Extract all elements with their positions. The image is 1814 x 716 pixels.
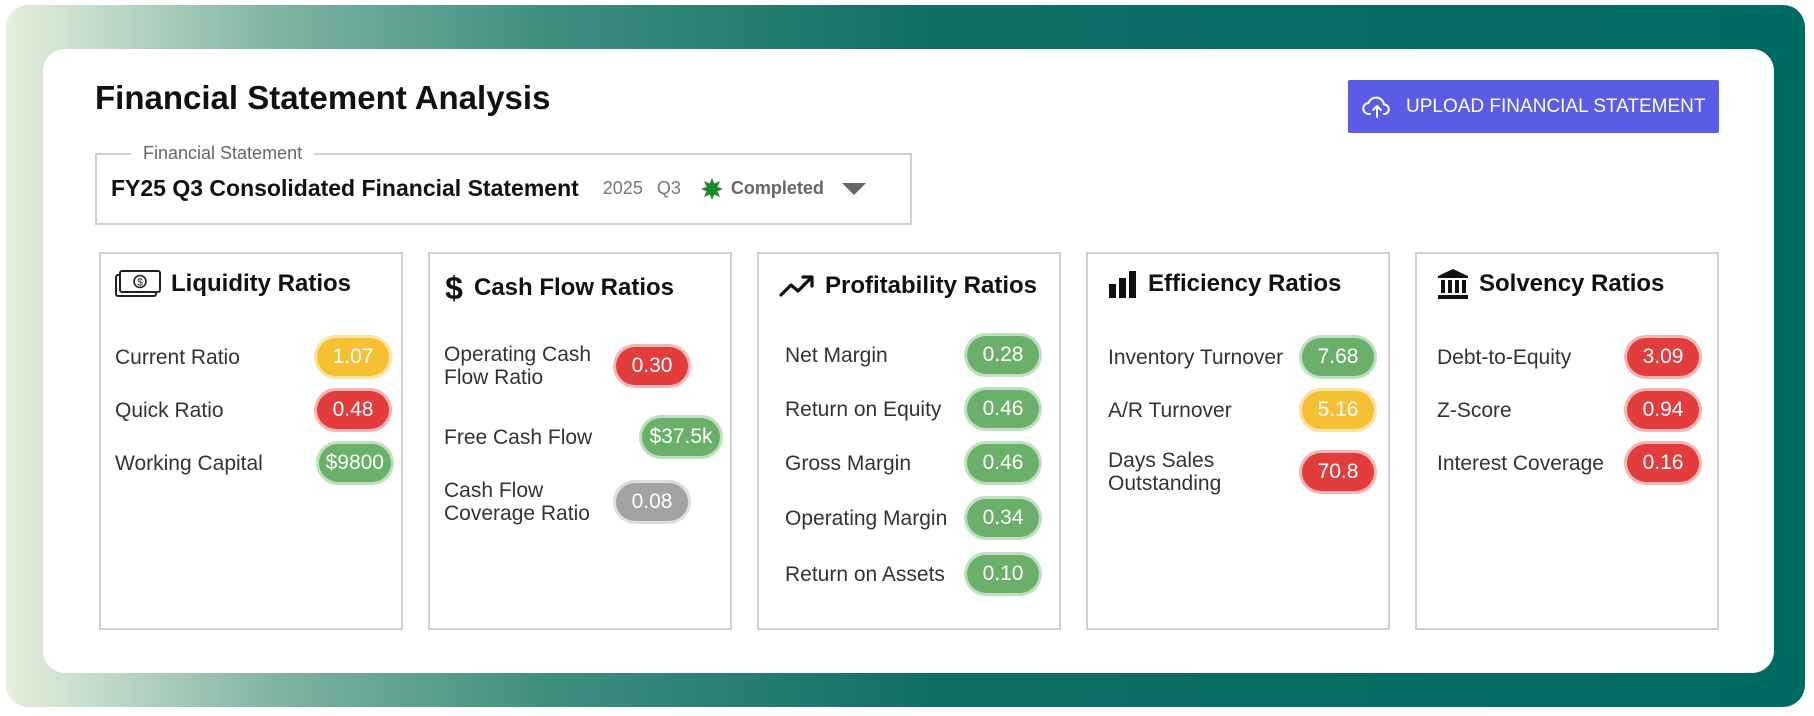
metric-row: Return on Assets 0.10 [785, 555, 1039, 593]
metric-value-badge: 0.34 [967, 499, 1039, 537]
statement-year: 2025 [602, 178, 643, 198]
bank-icon [1438, 269, 1468, 299]
metric-row: Inventory Turnover 7.68 [1108, 338, 1374, 376]
solvency-ratios-panel: Solvency Ratios Debt-to-Equity 3.09 Z-Sc… [1415, 252, 1719, 630]
metric-label: Inventory Turnover [1108, 345, 1284, 369]
cash-flow-ratios-panel: $ Cash Flow Ratios Operating Cash Flow R… [428, 252, 732, 630]
panel-title: Profitability Ratios [825, 272, 1038, 299]
metric-row: Cash Flow Coverage Ratio 0.08 [444, 479, 688, 525]
metric-row: Operating Cash Flow Ratio 0.30 [444, 343, 688, 389]
panel-title: Cash Flow Ratios [474, 274, 675, 301]
metric-value-badge: 0.48 [317, 391, 389, 429]
metric-value-badge: $9800 [318, 444, 391, 482]
metric-value-badge: 0.46 [967, 390, 1039, 428]
metric-value-badge: 0.94 [1627, 391, 1699, 429]
dollar-sign-icon: $ [445, 272, 463, 304]
metric-value-badge: 7.68 [1302, 338, 1374, 376]
metric-value-badge: 0.10 [967, 555, 1039, 593]
metric-row: Working Capital $9800 [115, 444, 391, 482]
page-title: Financial Statement Analysis [95, 79, 551, 116]
svg-text:$: $ [137, 278, 143, 289]
svg-text:$: $ [445, 272, 463, 304]
profitability-ratios-panel: Profitability Ratios Net Margin 0.28 Ret… [757, 252, 1061, 630]
metric-label: Operating Cash Flow Ratio [444, 343, 592, 389]
metric-row: Interest Coverage 0.16 [1437, 444, 1699, 482]
metric-value-badge: 70.8 [1302, 453, 1374, 491]
metric-label: Operating Margin [785, 506, 948, 530]
panel-title: Efficiency Ratios [1148, 270, 1342, 297]
metric-row: Current Ratio 1.07 [115, 338, 389, 376]
metric-row: Debt-to-Equity 3.09 [1437, 338, 1699, 376]
metric-label: Z-Score [1437, 398, 1512, 422]
efficiency-ratios-panel: Efficiency Ratios Inventory Turnover 7.6… [1086, 252, 1390, 630]
metric-label: Quick Ratio [115, 398, 224, 422]
metric-value-badge: 3.09 [1627, 338, 1699, 376]
money-bill-icon: $ [115, 270, 161, 297]
metric-row: A/R Turnover 5.16 [1108, 391, 1374, 429]
background-frame: Financial Statement Analysis UPLOAD FINA… [6, 5, 1805, 707]
statement-status: Completed [730, 178, 824, 198]
metric-row: Quick Ratio 0.48 [115, 391, 389, 429]
completed-badge-icon [700, 177, 723, 200]
statement-name: FY25 Q3 Consolidated Financial Statement [111, 175, 579, 201]
metric-label: Interest Coverage [1437, 451, 1604, 475]
metric-row: Gross Margin 0.46 [785, 444, 1039, 482]
chevron-down-icon[interactable] [841, 182, 866, 196]
metric-label: Debt-to-Equity [1437, 345, 1572, 369]
trending-up-icon [779, 275, 814, 297]
metric-value-badge: 0.08 [616, 483, 688, 521]
metric-value-badge: 0.16 [1627, 444, 1699, 482]
metric-value-badge: 0.28 [967, 336, 1039, 374]
metric-label: Working Capital [115, 451, 263, 475]
metric-row: Operating Margin 0.34 [785, 499, 1039, 537]
metric-label: Return on Equity [785, 397, 942, 421]
metric-row: Z-Score 0.94 [1437, 391, 1699, 429]
metric-label: Net Margin [785, 343, 888, 367]
financial-statement-select[interactable]: Financial Statement FY25 Q3 Consolidated… [95, 143, 912, 225]
metric-row: Days Sales Outstanding 70.8 [1108, 449, 1374, 495]
cloud-upload-icon [1362, 96, 1390, 118]
metric-label: Return on Assets [785, 562, 945, 586]
metric-value-badge: 0.30 [616, 347, 688, 385]
analysis-card: Financial Statement Analysis UPLOAD FINA… [43, 49, 1774, 673]
upload-financial-statement-button[interactable]: UPLOAD FINANCIAL STATEMENT [1348, 80, 1719, 133]
metric-label: Gross Margin [785, 451, 912, 475]
metric-row: Net Margin 0.28 [785, 336, 1039, 374]
metric-value-badge: 0.46 [967, 444, 1039, 482]
statement-quarter: Q3 [656, 178, 681, 198]
upload-button-label: UPLOAD FINANCIAL STATEMENT [1406, 95, 1706, 117]
select-legend: Financial Statement [131, 143, 315, 164]
metric-label: Cash Flow Coverage Ratio [444, 479, 590, 525]
metric-label: Days Sales Outstanding [1108, 449, 1222, 495]
metric-row: Return on Equity 0.46 [785, 390, 1039, 428]
metric-label: Free Cash Flow [444, 425, 593, 449]
bar-chart-icon [1109, 271, 1136, 298]
liquidity-ratios-panel: $ Liquidity Ratios Current Ratio 1.07 Qu… [99, 252, 403, 630]
metric-value-badge: 1.07 [317, 338, 389, 376]
metric-label: A/R Turnover [1108, 398, 1232, 422]
metric-label: Current Ratio [115, 345, 240, 369]
metric-row: Free Cash Flow $37.5k [444, 418, 720, 456]
panel-title: Solvency Ratios [1479, 270, 1665, 297]
panel-title: Liquidity Ratios [171, 270, 351, 297]
metric-value-badge: $37.5k [642, 418, 720, 456]
metric-value-badge: 5.16 [1302, 391, 1374, 429]
